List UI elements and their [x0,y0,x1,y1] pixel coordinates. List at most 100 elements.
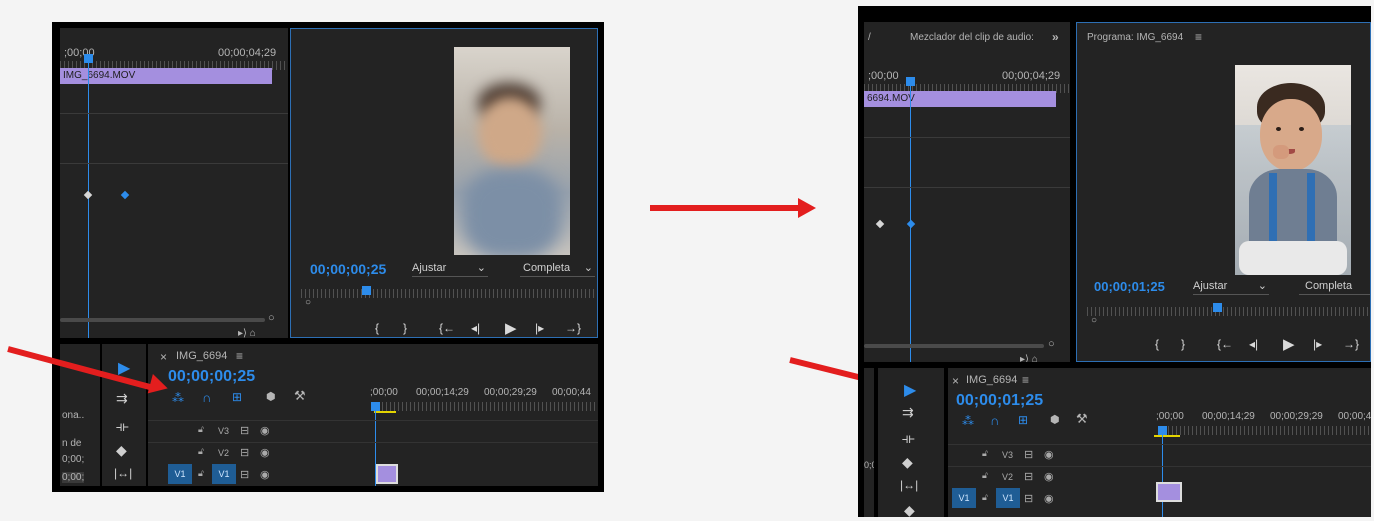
export-frame-icon[interactable]: ▸⟩ ⌂ [238,328,256,338]
play-icon[interactable]: ▶ [1283,335,1295,353]
zoom-handle-icon[interactable]: ○ [268,312,275,324]
snap-magnet-icon[interactable]: ∩ [202,390,211,405]
play-icon[interactable]: ▶ [505,319,517,337]
linked-selection-icon[interactable]: ⊞ [232,390,242,404]
step-back-icon[interactable]: ◂| [1249,337,1258,351]
selection-tool-icon[interactable]: ▶ [904,380,916,400]
program-timecode[interactable]: 00;00;00;25 [310,261,386,277]
export-frame-icon[interactable]: ▸⟩ ⌂ [1020,354,1038,362]
keyframe-diamond[interactable] [875,219,885,229]
sequence-tab[interactable]: IMG_6694 [966,374,1017,386]
zoom-scrollbar[interactable] [60,318,265,322]
step-forward-icon[interactable]: |▸ [535,321,544,335]
sequence-tab[interactable]: IMG_6694 [176,350,227,362]
keyframe-diamond[interactable] [83,190,93,200]
audio-mixer-tab[interactable]: Mezclador del clip de audio: [910,32,1034,43]
ripple-edit-tool-icon[interactable]: ⟛ [902,430,915,447]
menu-icon[interactable]: ≡ [1022,373,1029,387]
zoom-scrollbar[interactable] [864,344,1044,348]
track-label-v1[interactable]: V1 [996,488,1020,508]
add-marker-icon[interactable]: ⬢ [266,390,276,403]
track-select-tool-icon[interactable]: ⇉ [116,390,128,407]
timeline-clip[interactable] [1156,482,1182,502]
go-to-in-icon[interactable]: {← [439,321,455,335]
program-monitor-panel: 00;00;00;25 Ajustar ⌄ Completa ⌄ ○ { } {… [290,28,598,338]
nest-toggle-icon[interactable]: ⁂ [172,391,184,405]
lock-icon[interactable]: 🔓︎ [982,492,988,503]
go-to-out-icon[interactable]: →} [565,321,581,335]
go-to-out-icon[interactable]: →} [1343,337,1359,351]
sync-lock-icon[interactable]: ⊟ [240,446,249,459]
sequence-timecode[interactable]: 00;00;01;25 [956,392,1043,410]
program-timecode[interactable]: 00;00;01;25 [1094,279,1165,294]
eye-icon[interactable]: ◉ [1044,448,1054,461]
program-playhead-handle[interactable] [362,286,371,295]
timeline-ruler[interactable] [1160,426,1371,435]
sequence-timecode[interactable]: 00;00;00;25 [168,368,255,386]
program-playhead-handle[interactable] [1213,303,1222,312]
program-time-ruler[interactable] [301,289,597,298]
nest-toggle-icon[interactable]: ⁂ [962,414,974,428]
lock-icon[interactable]: 🔓︎ [982,470,988,481]
wrench-icon[interactable]: ⚒ [1076,411,1088,427]
menu-icon[interactable]: ≡ [1195,30,1202,44]
slip-tool-icon[interactable]: |↔| [114,466,132,480]
source-patch-v1[interactable]: V1 [168,464,192,484]
sync-lock-icon[interactable]: ⊟ [1024,448,1033,461]
program-zoom-handle-icon[interactable]: ○ [1091,315,1097,326]
mark-out-icon[interactable]: } [403,321,407,335]
zoom-dropdown[interactable]: Ajustar ⌄ [412,260,488,277]
snap-magnet-icon[interactable]: ∩ [990,413,999,428]
timeline-ruler[interactable] [374,402,598,411]
menu-icon[interactable]: ≡ [236,349,243,363]
sync-lock-icon[interactable]: ⊟ [1024,492,1033,505]
eye-icon[interactable]: ◉ [1044,492,1054,505]
pen-tool-icon[interactable]: ◆ [904,502,915,517]
sync-lock-icon[interactable]: ⊟ [240,468,249,481]
slip-tool-icon[interactable]: |↔| [900,478,918,492]
zoom-handle-icon[interactable]: ○ [1048,338,1055,350]
overflow-icon[interactable]: » [1052,30,1059,44]
timeline-clip[interactable] [376,464,398,484]
lock-icon[interactable]: 🔓︎ [982,448,988,459]
razor-tool-icon[interactable]: ◆ [116,442,127,459]
mark-out-icon[interactable]: } [1181,337,1185,351]
close-icon[interactable]: × [952,374,959,388]
quality-dropdown[interactable]: Completa ⌄ [520,260,595,277]
add-marker-icon[interactable]: ⬢ [1050,413,1060,426]
work-area-bar[interactable] [1154,435,1180,437]
step-forward-icon[interactable]: |▸ [1313,337,1322,351]
razor-tool-icon[interactable]: ◆ [902,454,913,471]
lock-icon[interactable]: 🔓︎ [198,424,204,435]
quality-dropdown[interactable]: Completa [1299,278,1370,295]
clip-bar[interactable]: 6694.MOV [864,91,1056,107]
keyframe-diamond-selected[interactable] [120,190,130,200]
ripple-edit-tool-icon[interactable]: ⟛ [116,418,129,435]
mark-in-icon[interactable]: { [375,321,379,335]
close-icon[interactable]: × [160,350,167,364]
sync-lock-icon[interactable]: ⊟ [1024,470,1033,483]
go-to-in-icon[interactable]: {← [1217,337,1233,351]
eye-icon[interactable]: ◉ [1044,470,1054,483]
eye-icon[interactable]: ◉ [260,446,270,459]
track-select-tool-icon[interactable]: ⇉ [902,404,914,421]
sync-lock-icon[interactable]: ⊟ [240,424,249,437]
keyframe-diamond-selected[interactable] [906,219,916,229]
program-time-ruler[interactable] [1087,307,1370,316]
linked-selection-icon[interactable]: ⊞ [1018,413,1028,427]
lock-icon[interactable]: 🔓︎ [198,446,204,457]
lock-icon[interactable]: 🔓︎ [198,468,204,479]
track-label-v1[interactable]: V1 [212,464,236,484]
step-back-icon[interactable]: ◂| [471,321,480,335]
source-patch-v1[interactable]: V1 [952,488,976,508]
clip-bar[interactable]: IMG_6694.MOV [60,68,272,84]
wrench-icon[interactable]: ⚒ [294,388,306,404]
program-tab[interactable]: Programa: IMG_6694 [1087,32,1183,43]
program-zoom-handle-icon[interactable]: ○ [305,297,311,308]
mark-in-icon[interactable]: { [1155,337,1159,351]
zoom-dropdown[interactable]: Ajustar ⌄ [1193,278,1269,295]
project-label: 0;00; [864,460,874,470]
work-area-bar[interactable] [374,411,396,413]
eye-icon[interactable]: ◉ [260,468,270,481]
eye-icon[interactable]: ◉ [260,424,270,437]
